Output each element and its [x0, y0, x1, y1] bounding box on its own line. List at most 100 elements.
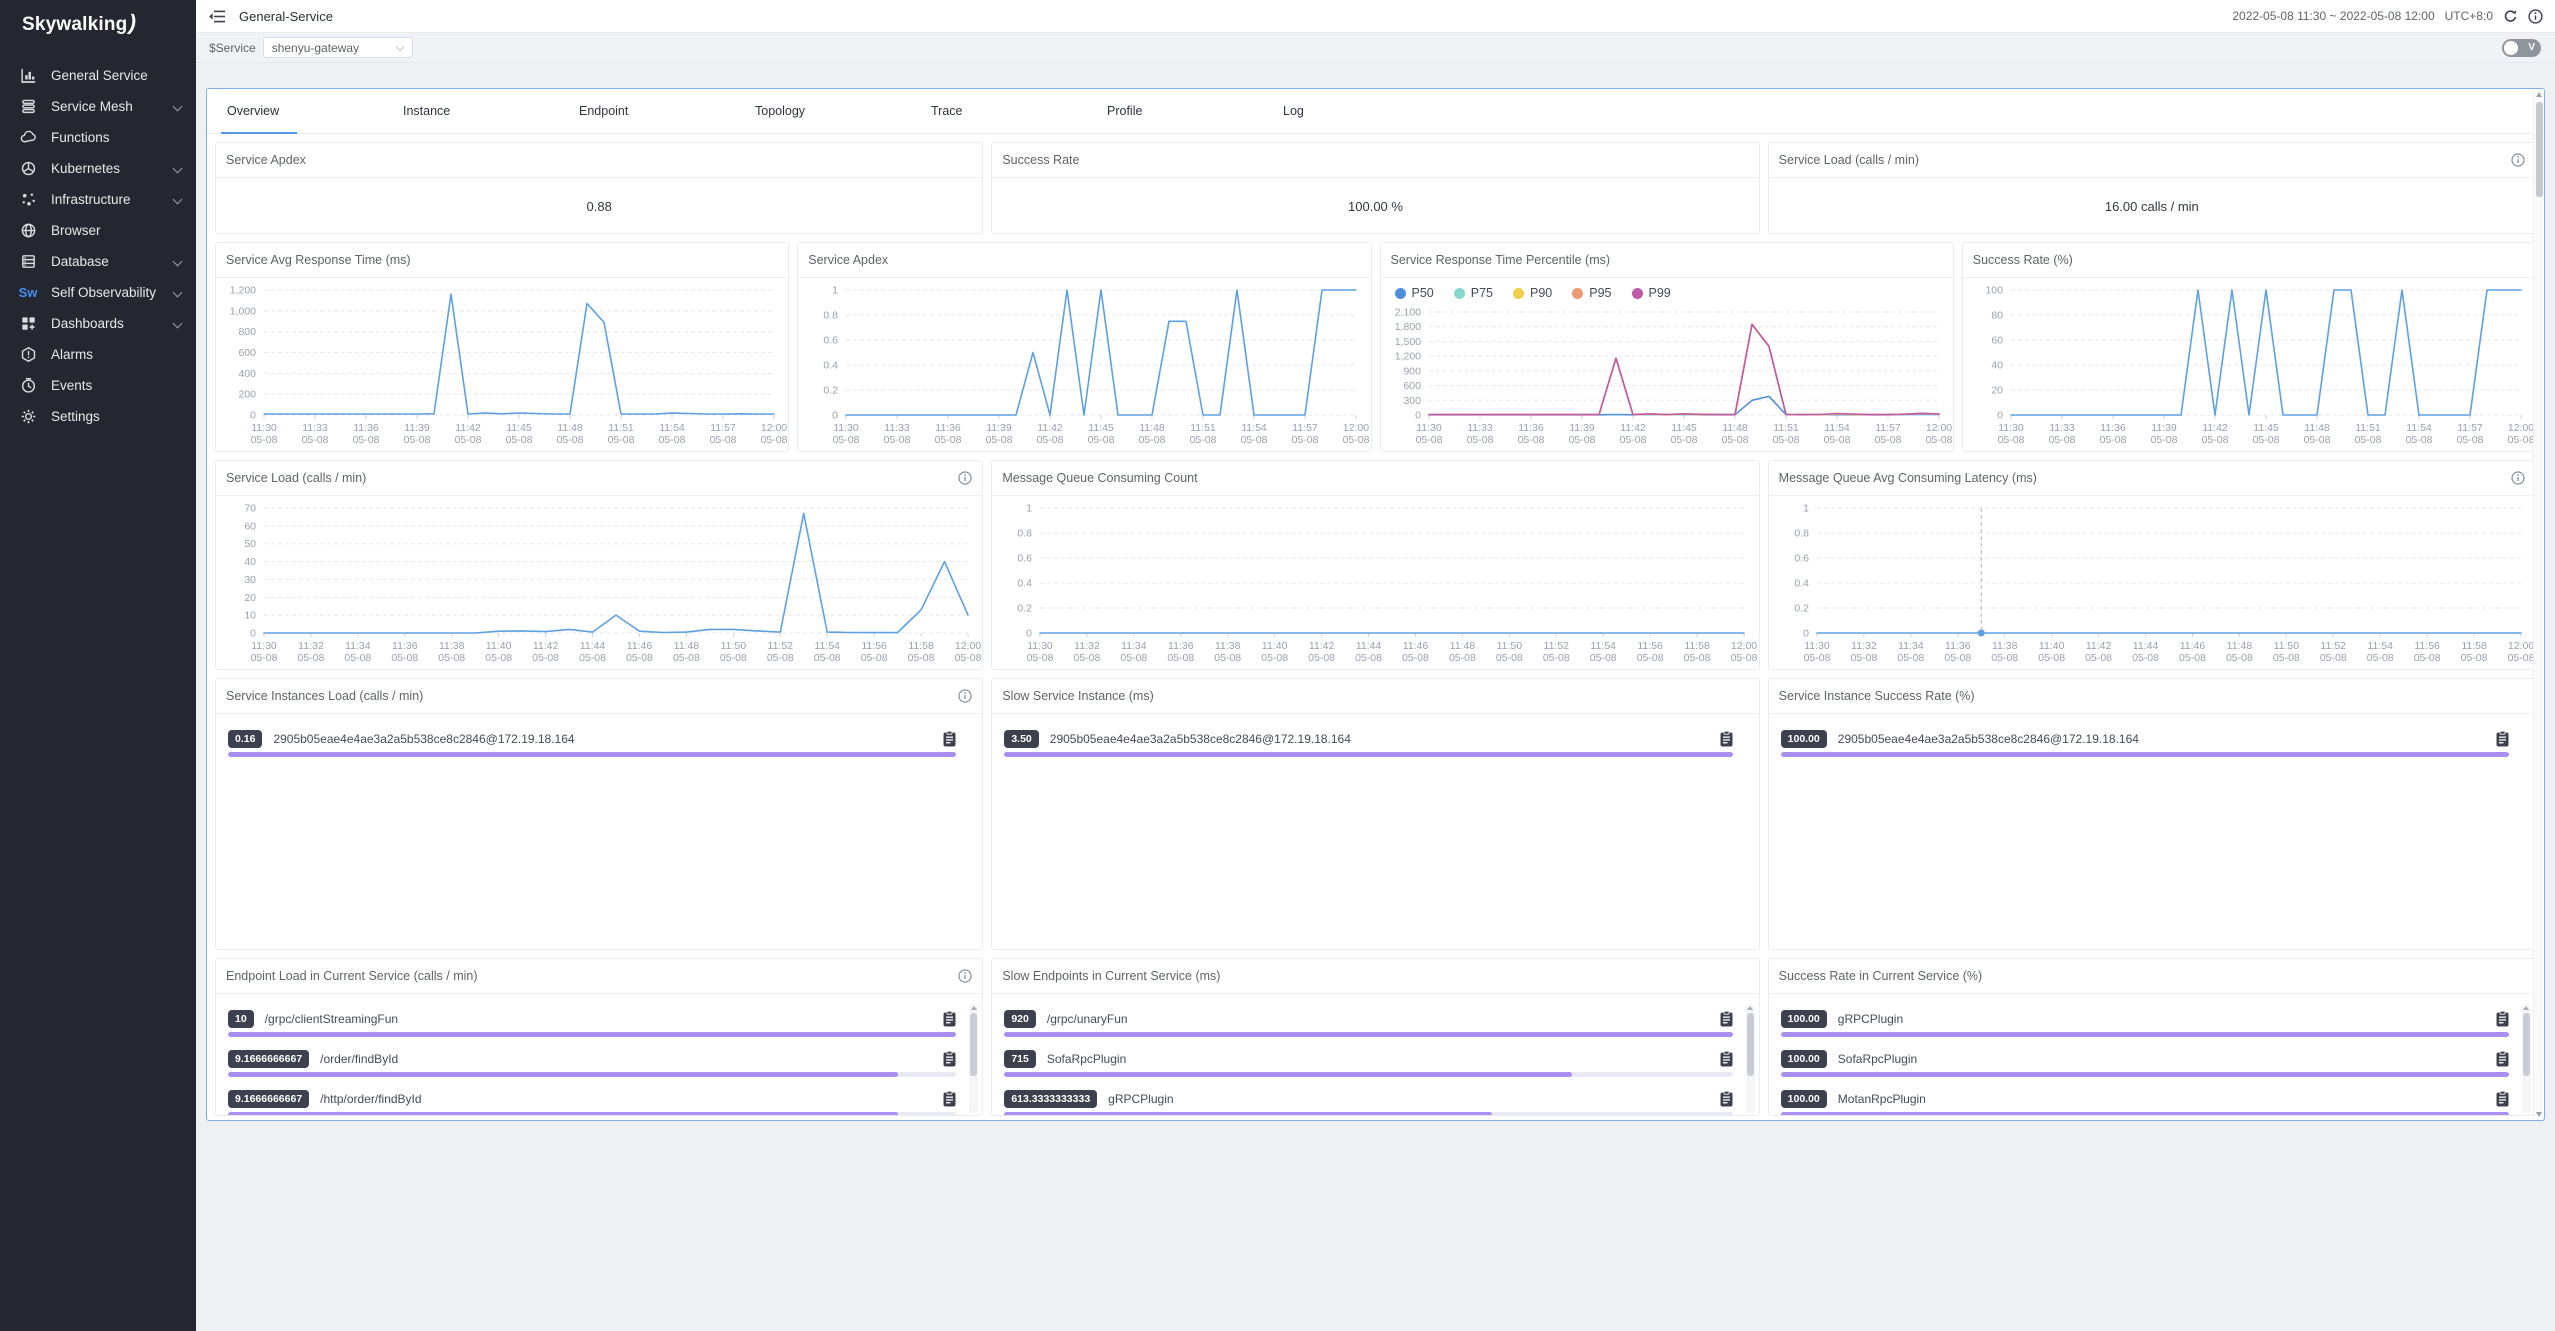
sidebar-item-functions[interactable]: Functions — [0, 122, 196, 153]
load-bar — [228, 1112, 956, 1116]
scrollbar-thumb[interactable] — [2536, 102, 2543, 197]
svg-text:1,200: 1,200 — [1394, 351, 1420, 363]
chart-icon — [19, 67, 37, 85]
panel-scrollbar[interactable] — [2533, 90, 2543, 1119]
scroll-down-icon[interactable] — [2536, 1112, 2542, 1117]
sidebar-item-label: Events — [51, 378, 92, 393]
svg-text:05-08: 05-08 — [438, 652, 465, 664]
svg-text:05-08: 05-08 — [761, 434, 788, 446]
success-rate-chart[interactable]: 02040608010011:3005-0811:3305-0811:3605-… — [1963, 278, 2535, 451]
avg-response-time-chart[interactable]: 02004006008001,0001,20011:3005-0811:3305… — [216, 278, 788, 451]
info-icon[interactable] — [2528, 9, 2543, 24]
load-bar — [228, 1032, 956, 1037]
info-icon[interactable] — [958, 689, 972, 703]
svg-text:05-08: 05-08 — [1803, 652, 1830, 664]
copy-icon[interactable] — [2496, 1091, 2509, 1107]
tab-topology[interactable]: Topology — [755, 89, 931, 134]
card-response-time-percentile: Service Response Time Percentile (ms) P5… — [1380, 242, 1954, 452]
tab-log[interactable]: Log — [1283, 89, 1459, 134]
copy-icon[interactable] — [943, 1091, 956, 1107]
scroll-up-icon[interactable] — [971, 1006, 977, 1010]
card-success-rate-value: Success Rate 100.00 % — [991, 142, 1759, 234]
copy-icon[interactable] — [2496, 731, 2509, 747]
copy-icon[interactable] — [943, 1011, 956, 1027]
collapse-sidebar-icon[interactable] — [209, 10, 225, 23]
tab-endpoint[interactable]: Endpoint — [579, 89, 755, 134]
scroll-up-icon[interactable] — [2536, 92, 2542, 97]
svg-text:05-08: 05-08 — [2038, 652, 2065, 664]
info-icon[interactable] — [958, 471, 972, 485]
sidebar-item-events[interactable]: Events — [0, 370, 196, 401]
legend-item-p50[interactable]: P50 — [1395, 286, 1434, 300]
copy-icon[interactable] — [1720, 1051, 1733, 1067]
endpoint-name: gRPCPlugin — [1108, 1092, 1173, 1106]
svg-text:800: 800 — [238, 326, 256, 338]
tab-trace[interactable]: Trace — [931, 89, 1107, 134]
service-select[interactable]: shenyu-gateway — [263, 37, 413, 58]
mq-consuming-count-chart[interactable]: 00.20.40.60.8111:3005-0811:3205-0811:340… — [992, 496, 1758, 669]
scroll-up-icon[interactable] — [1747, 1006, 1753, 1010]
legend-item-p90[interactable]: P90 — [1513, 286, 1552, 300]
sidebar-item-kubernetes[interactable]: Kubernetes — [0, 153, 196, 184]
svg-text:0.4: 0.4 — [1794, 578, 1809, 590]
list-scrollbar[interactable] — [1746, 1004, 1755, 1113]
scrollbar-thumb[interactable] — [1747, 1013, 1754, 1076]
mq-consuming-latency-chart[interactable]: 00.20.40.60.8111:3005-0811:3205-0811:340… — [1769, 496, 2535, 669]
copy-icon[interactable] — [1720, 1011, 1733, 1027]
sidebar-item-general-service[interactable]: General Service — [0, 60, 196, 91]
svg-text:11:32: 11:32 — [298, 640, 324, 652]
legend-item-p99[interactable]: P99 — [1632, 286, 1671, 300]
svg-text:11:54: 11:54 — [1824, 422, 1850, 434]
tab-overview[interactable]: Overview — [227, 89, 403, 134]
card-slow-endpoints: Slow Endpoints in Current Service (ms) 9… — [991, 958, 1759, 1116]
sidebar-item-database[interactable]: Database — [0, 246, 196, 277]
refresh-icon[interactable] — [2503, 9, 2518, 24]
scrollbar-thumb[interactable] — [2523, 1013, 2530, 1076]
endpoint-name: MotanRpcPlugin — [1838, 1092, 1926, 1106]
copy-icon[interactable] — [1720, 1091, 1733, 1107]
svg-text:05-08: 05-08 — [1415, 434, 1442, 446]
svg-text:05-08: 05-08 — [935, 434, 962, 446]
service-apdex-chart[interactable]: 00.20.40.60.8111:3005-0811:3305-0811:360… — [798, 278, 1370, 451]
tab-instance[interactable]: Instance — [403, 89, 579, 134]
legend-item-p95[interactable]: P95 — [1572, 286, 1611, 300]
svg-text:05-08: 05-08 — [908, 652, 935, 664]
info-icon[interactable] — [2511, 153, 2525, 167]
svg-text:11:57: 11:57 — [2457, 422, 2483, 434]
sidebar-item-browser[interactable]: Browser — [0, 215, 196, 246]
timezone-label[interactable]: UTC+8:0 — [2445, 9, 2493, 23]
sidebar-item-infrastructure[interactable]: Infrastructure — [0, 184, 196, 215]
card-service-apdex-value: Service Apdex 0.88 — [215, 142, 983, 234]
tab-profile[interactable]: Profile — [1107, 89, 1283, 134]
copy-icon[interactable] — [2496, 1011, 2509, 1027]
sidebar-item-self-observability[interactable]: Sw Self Observability — [0, 277, 196, 308]
load-bar — [1004, 1032, 1732, 1037]
list-scrollbar[interactable] — [2522, 1004, 2531, 1113]
info-icon[interactable] — [2511, 471, 2525, 485]
list-item: 9.1666666667 /order/findById — [228, 1046, 956, 1077]
list-item: 100.00 2905b05eae4e4ae3a2a5b538ce8c2846@… — [1781, 726, 2509, 757]
svg-text:05-08: 05-08 — [1037, 434, 1064, 446]
service-load-chart[interactable]: 01020304050607011:3005-0811:3205-0811:34… — [216, 496, 982, 669]
svg-text:11:44: 11:44 — [580, 640, 606, 652]
sidebar-item-alarms[interactable]: Alarms — [0, 339, 196, 370]
copy-icon[interactable] — [1720, 731, 1733, 747]
copy-icon[interactable] — [943, 731, 956, 747]
legend-item-p75[interactable]: P75 — [1454, 286, 1493, 300]
scroll-up-icon[interactable] — [2523, 1006, 2529, 1010]
svg-text:11:42: 11:42 — [2086, 640, 2112, 652]
info-icon[interactable] — [958, 969, 972, 983]
scrollbar-thumb[interactable] — [970, 1013, 977, 1076]
card-title: Service Instances Load (calls / min) — [226, 689, 423, 703]
copy-icon[interactable] — [2496, 1051, 2509, 1067]
svg-text:11:36: 11:36 — [1518, 422, 1544, 434]
response-time-percentile-chart[interactable]: 03006009001,2001,5001,8002,10011:3005-08… — [1381, 300, 1953, 451]
svg-text:05-08: 05-08 — [767, 652, 794, 664]
time-range[interactable]: 2022-05-08 11:30 ~ 2022-05-08 12:00 — [2232, 9, 2434, 23]
sidebar-item-service-mesh[interactable]: Service Mesh — [0, 91, 196, 122]
copy-icon[interactable] — [943, 1051, 956, 1067]
sidebar-item-dashboards[interactable]: Dashboards — [0, 308, 196, 339]
list-scrollbar[interactable] — [969, 1004, 978, 1113]
sidebar-item-settings[interactable]: Settings — [0, 401, 196, 432]
view-toggle[interactable]: V — [2502, 39, 2541, 57]
